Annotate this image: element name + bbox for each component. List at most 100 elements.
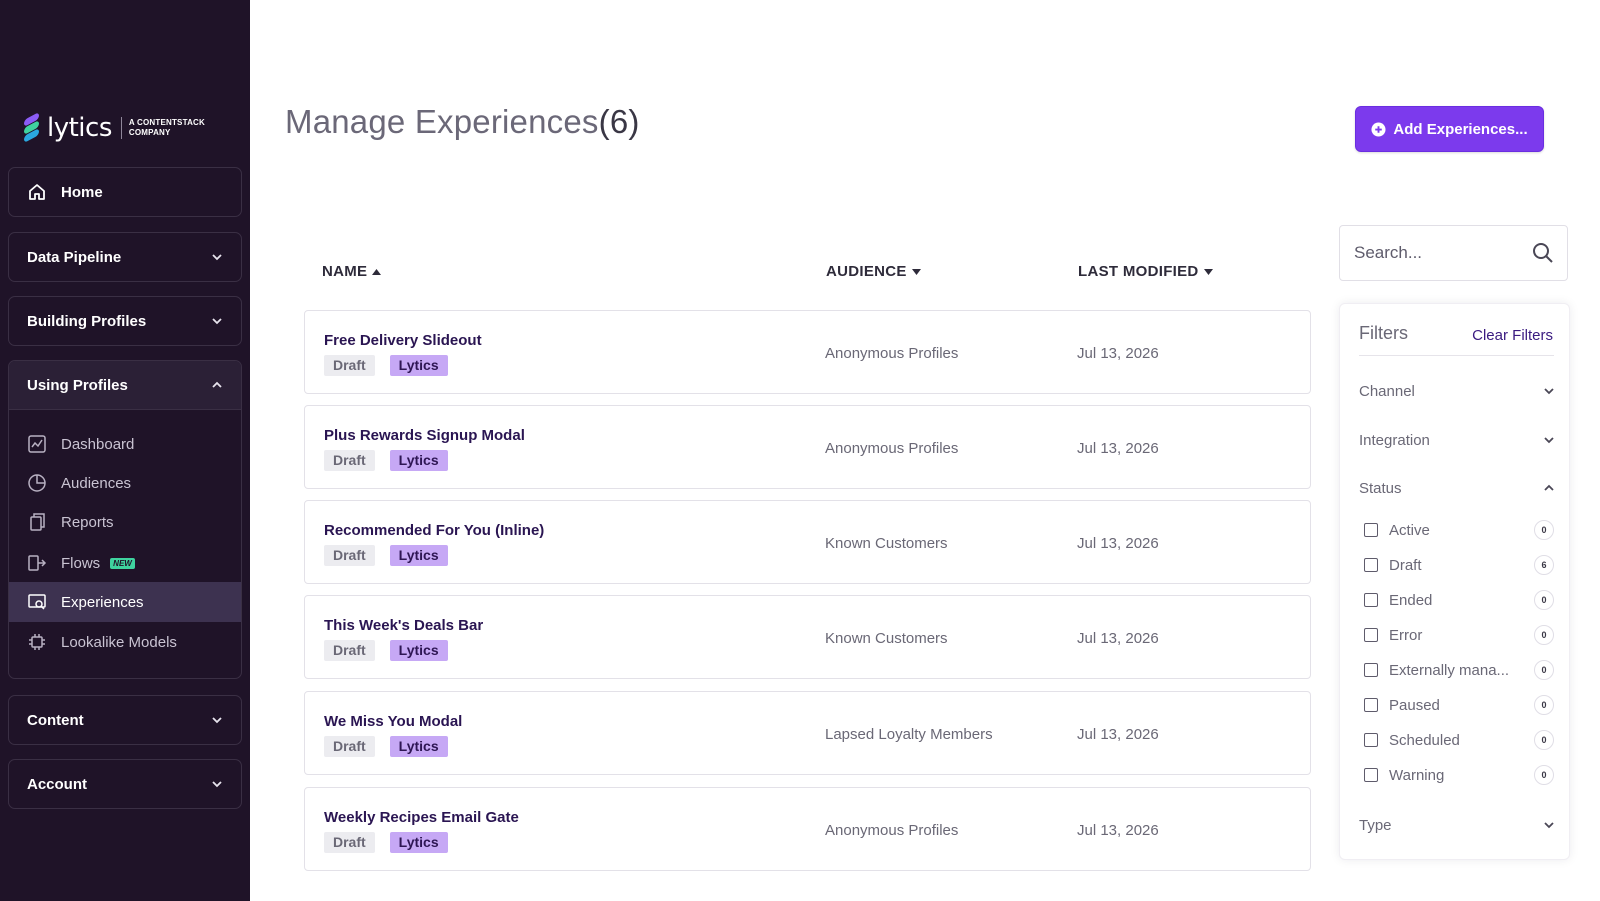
filter-section-integration[interactable]: Integration xyxy=(1359,427,1555,453)
nav-using-profiles[interactable]: Using Profiles xyxy=(9,361,241,410)
nav-account[interactable]: Account xyxy=(8,759,242,809)
status-tag: Draft xyxy=(324,640,375,661)
clear-filters-link[interactable]: Clear Filters xyxy=(1472,327,1553,344)
checkbox[interactable] xyxy=(1364,768,1378,782)
column-header-label: NAME xyxy=(322,263,368,280)
filters-divider xyxy=(1359,355,1554,356)
checkbox-label: Active xyxy=(1389,521,1430,539)
new-badge: NEW xyxy=(110,557,135,569)
nav-data-pipeline[interactable]: Data Pipeline xyxy=(8,232,242,282)
status-tag: Draft xyxy=(324,736,375,757)
nav-content[interactable]: Content xyxy=(8,695,242,745)
filter-section-status[interactable]: Status xyxy=(1359,475,1555,501)
add-experiences-button[interactable]: Add Experiences... xyxy=(1355,106,1544,152)
nav-content-label: Content xyxy=(27,711,84,729)
status-checkbox-paused[interactable]: Paused 0 xyxy=(1364,694,1554,716)
sidebar-item-label: Flows xyxy=(61,554,101,572)
column-header-label: AUDIENCE xyxy=(826,263,907,280)
status-checkbox-active[interactable]: Active 0 xyxy=(1364,519,1554,541)
table-row[interactable]: Free Delivery Slideout Draft Lytics Anon… xyxy=(304,310,1311,394)
checkbox[interactable] xyxy=(1364,593,1378,607)
nav-home[interactable]: Home xyxy=(8,167,242,217)
checkbox[interactable] xyxy=(1364,733,1378,747)
checkbox-label: Paused xyxy=(1389,696,1440,714)
filter-section-type[interactable]: Type xyxy=(1359,812,1555,838)
sidebar-item-flows[interactable]: Flows NEW xyxy=(9,543,241,583)
experience-name[interactable]: This Week's Deals Bar xyxy=(324,617,483,634)
experience-name[interactable]: Weekly Recipes Email Gate xyxy=(324,809,519,826)
status-checkbox-error[interactable]: Error 0 xyxy=(1364,624,1554,646)
experience-name[interactable]: Recommended For You (Inline) xyxy=(324,522,544,539)
audience-cell: Lapsed Loyalty Members xyxy=(825,726,993,743)
checkbox[interactable] xyxy=(1364,628,1378,642)
last-modified-cell: Jul 13, 2026 xyxy=(1077,345,1159,362)
audience-cell: Anonymous Profiles xyxy=(825,345,959,362)
count-badge: 0 xyxy=(1534,765,1554,785)
nav-using-profiles-label: Using Profiles xyxy=(27,376,128,394)
lytics-logo[interactable]: lytics A CONTENTSTACK COMPANY xyxy=(22,112,205,143)
dashboard-icon xyxy=(28,435,46,453)
status-tag: Draft xyxy=(324,832,375,853)
reports-icon xyxy=(30,513,45,531)
status-checkbox-draft[interactable]: Draft 6 xyxy=(1364,554,1554,576)
page-title-text: Manage Experiences xyxy=(285,103,599,140)
nav-home-label: Home xyxy=(61,183,103,201)
logo-subtitle: A CONTENTSTACK COMPANY xyxy=(129,118,205,138)
experience-name[interactable]: Plus Rewards Signup Modal xyxy=(324,427,525,444)
audience-cell: Known Customers xyxy=(825,630,948,647)
lytics-logo-mark-icon xyxy=(22,112,42,143)
column-header-audience[interactable]: AUDIENCE xyxy=(826,263,921,280)
experience-name[interactable]: We Miss You Modal xyxy=(324,713,462,730)
status-checkbox-scheduled[interactable]: Scheduled 0 xyxy=(1364,729,1554,751)
table-row[interactable]: Plus Rewards Signup Modal Draft Lytics A… xyxy=(304,405,1311,489)
chevron-up-icon xyxy=(212,381,222,388)
nav-building-profiles-label: Building Profiles xyxy=(27,312,147,330)
search-icon[interactable] xyxy=(1532,242,1554,264)
chevron-down-icon xyxy=(1544,388,1554,395)
chevron-up-icon xyxy=(1544,484,1554,491)
table-row[interactable]: We Miss You Modal Draft Lytics Lapsed Lo… xyxy=(304,691,1311,775)
sidebar-item-lookalike-models[interactable]: Lookalike Models xyxy=(9,622,241,662)
status-checkbox-externally-managed[interactable]: Externally mana... 0 xyxy=(1364,659,1554,681)
nav-using-profiles-group: Using Profiles Dashboard Audiences Repor… xyxy=(8,360,242,679)
column-header-name[interactable]: NAME xyxy=(322,263,382,280)
experience-name[interactable]: Free Delivery Slideout xyxy=(324,332,482,349)
table-row[interactable]: Recommended For You (Inline) Draft Lytic… xyxy=(304,500,1311,584)
page-title: Manage Experiences(6) xyxy=(285,103,640,141)
source-tag: Lytics xyxy=(389,450,448,471)
column-header-last-modified[interactable]: LAST MODIFIED xyxy=(1078,263,1213,280)
sidebar-item-reports[interactable]: Reports xyxy=(9,502,241,542)
filter-section-label: Channel xyxy=(1359,382,1415,400)
checkbox-label: Warning xyxy=(1389,766,1445,784)
checkbox-label: Scheduled xyxy=(1389,731,1460,749)
search-input[interactable] xyxy=(1354,240,1524,266)
nav-data-pipeline-label: Data Pipeline xyxy=(27,248,122,266)
last-modified-cell: Jul 13, 2026 xyxy=(1077,822,1159,839)
checkbox[interactable] xyxy=(1364,523,1378,537)
sidebar-item-audiences[interactable]: Audiences xyxy=(9,463,241,503)
status-checkbox-ended[interactable]: Ended 0 xyxy=(1364,589,1554,611)
count-badge: 0 xyxy=(1534,730,1554,750)
nav-building-profiles[interactable]: Building Profiles xyxy=(8,296,242,346)
sidebar-item-label: Reports xyxy=(61,513,114,531)
sidebar-item-experiences[interactable]: Experiences xyxy=(9,582,241,622)
tag-list: Draft Lytics xyxy=(324,545,448,566)
chevron-down-icon xyxy=(212,254,222,261)
chevron-down-icon xyxy=(212,318,222,325)
filters-panel: Filters Clear Filters Channel Integratio… xyxy=(1339,303,1570,860)
table-row[interactable]: This Week's Deals Bar Draft Lytics Known… xyxy=(304,595,1311,679)
status-checkbox-warning[interactable]: Warning 0 xyxy=(1364,764,1554,786)
table-row[interactable]: Weekly Recipes Email Gate Draft Lytics A… xyxy=(304,787,1311,871)
add-experiences-label: Add Experiences... xyxy=(1393,120,1528,138)
checkbox[interactable] xyxy=(1364,698,1378,712)
audience-cell: Anonymous Profiles xyxy=(825,822,959,839)
checkbox[interactable] xyxy=(1364,558,1378,572)
source-tag: Lytics xyxy=(389,736,448,757)
checkbox-label: Draft xyxy=(1389,556,1422,574)
checkbox[interactable] xyxy=(1364,663,1378,677)
filter-section-channel[interactable]: Channel xyxy=(1359,378,1555,404)
last-modified-cell: Jul 13, 2026 xyxy=(1077,726,1159,743)
plus-circle-icon xyxy=(1371,121,1386,137)
sidebar-item-dashboard[interactable]: Dashboard xyxy=(9,424,241,464)
home-icon xyxy=(29,184,45,200)
